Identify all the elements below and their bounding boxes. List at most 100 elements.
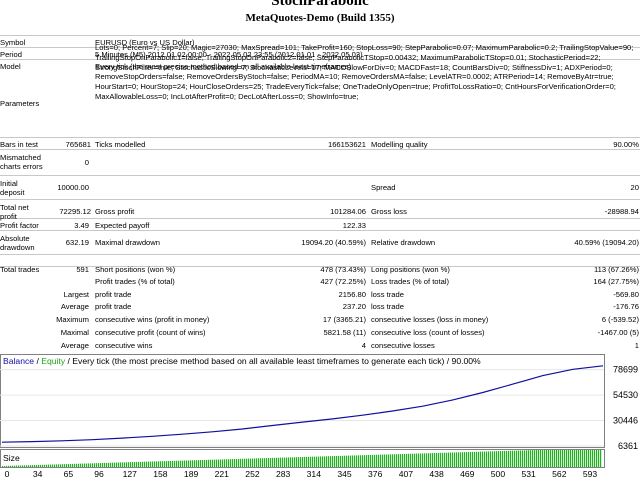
label-grossprofit: Gross profit [95, 207, 135, 216]
size-bar [120, 462, 122, 467]
size-bar [550, 450, 552, 467]
value-max-cons-profit: 5821.58 (11) [323, 328, 367, 337]
label-parameters: Parameters [0, 99, 40, 108]
size-bar [176, 460, 178, 467]
size-bar [444, 452, 446, 467]
size-bar [210, 459, 212, 467]
x-tick-label: 252 [245, 469, 260, 479]
size-bar [448, 452, 450, 467]
size-bar [258, 458, 260, 467]
size-bar [508, 450, 510, 467]
size-bar [388, 454, 390, 467]
size-bar [116, 462, 118, 467]
size-bar [248, 458, 250, 467]
size-bar [584, 450, 586, 467]
size-bar [32, 465, 34, 467]
size-bar [220, 459, 222, 467]
size-bar [518, 450, 520, 467]
value-long: 113 (67.26%) [593, 265, 639, 274]
size-bar [208, 459, 210, 467]
x-tick-label: 593 [583, 469, 598, 479]
size-bar [236, 458, 238, 467]
size-bar [418, 453, 420, 467]
size-bar [264, 458, 266, 467]
value-absdd: 632.19 [65, 238, 89, 247]
size-bar [548, 450, 550, 467]
size-bar [368, 455, 370, 467]
size-bar [172, 460, 174, 467]
size-bar [364, 455, 366, 467]
value-profit-trades: 427 (72.25%) [320, 277, 366, 286]
size-bar [18, 465, 20, 467]
size-bar [582, 450, 584, 467]
size-bar [334, 456, 336, 467]
label-maxdd: Maximal drawdown [95, 238, 160, 247]
size-bar [520, 450, 522, 467]
size-bar [512, 450, 514, 467]
size-bar [170, 460, 172, 467]
size-bar [6, 465, 8, 467]
size-bar [554, 450, 556, 467]
size-bar [420, 453, 422, 467]
size-bar [142, 461, 144, 467]
value-mismatch: 0 [84, 158, 89, 167]
size-bar [356, 455, 358, 467]
size-bar [118, 462, 120, 467]
size-bar [192, 460, 194, 467]
label-average-2: Average [60, 341, 89, 350]
size-bar [466, 452, 468, 467]
size-bar [318, 456, 320, 467]
size-bar [326, 456, 328, 467]
size-bar [578, 450, 580, 467]
size-bar [540, 450, 542, 467]
size-bar [428, 453, 430, 467]
value-max-cons-wins: 17 (3365.21) [322, 315, 366, 324]
y-tick-label: 78699 [613, 365, 638, 375]
size-bar [472, 451, 474, 467]
size-bar [424, 453, 426, 467]
size-bar [268, 458, 270, 467]
size-bar [90, 463, 92, 467]
size-bar [454, 452, 456, 467]
value-reldd: 40.59% (19094.20) [574, 238, 639, 247]
size-bar [48, 464, 50, 467]
size-bar [104, 462, 106, 467]
x-tick-label: 0 [5, 469, 10, 479]
size-bar [278, 457, 280, 467]
label-max-cons-profit: consecutive profit (count of wins) [95, 328, 206, 337]
size-bar [580, 450, 582, 467]
size-bar [272, 457, 274, 467]
size-bar [286, 457, 288, 467]
x-tick-label: 96 [94, 469, 104, 479]
value-grossloss: -28988.94 [604, 207, 639, 216]
label-model: Model [0, 62, 21, 71]
x-tick-label: 438 [429, 469, 444, 479]
size-bar [442, 452, 444, 467]
y-tick-label: 30446 [613, 416, 638, 426]
size-bar [484, 451, 486, 467]
label-expected-payoff: Expected payoff [95, 221, 150, 230]
size-bar [500, 451, 502, 467]
size-bar [62, 464, 64, 467]
size-bar [282, 457, 284, 467]
size-bar [262, 458, 264, 467]
size-bar [588, 450, 590, 467]
size-bar [228, 459, 230, 467]
size-bar [374, 454, 376, 467]
balance-chart-svg: 78699 54530 30446 6361 0 34 65 96 127 158 189 221 2… [0, 354, 638, 479]
report-title: StochParabolic [271, 0, 369, 9]
size-bar [410, 453, 412, 467]
size-bar [408, 453, 410, 467]
size-bar [378, 454, 380, 467]
size-bar [206, 459, 208, 467]
size-bar [106, 462, 108, 467]
value-loss-trades: 164 (27.75%) [593, 277, 639, 286]
size-bar [12, 465, 14, 467]
size-bar [340, 455, 342, 467]
size-bar [70, 463, 72, 467]
size-bar [178, 460, 180, 467]
x-tick-label: 189 [184, 469, 199, 479]
size-bar [154, 461, 156, 467]
size-bar [468, 452, 470, 467]
size-bar [132, 462, 134, 467]
